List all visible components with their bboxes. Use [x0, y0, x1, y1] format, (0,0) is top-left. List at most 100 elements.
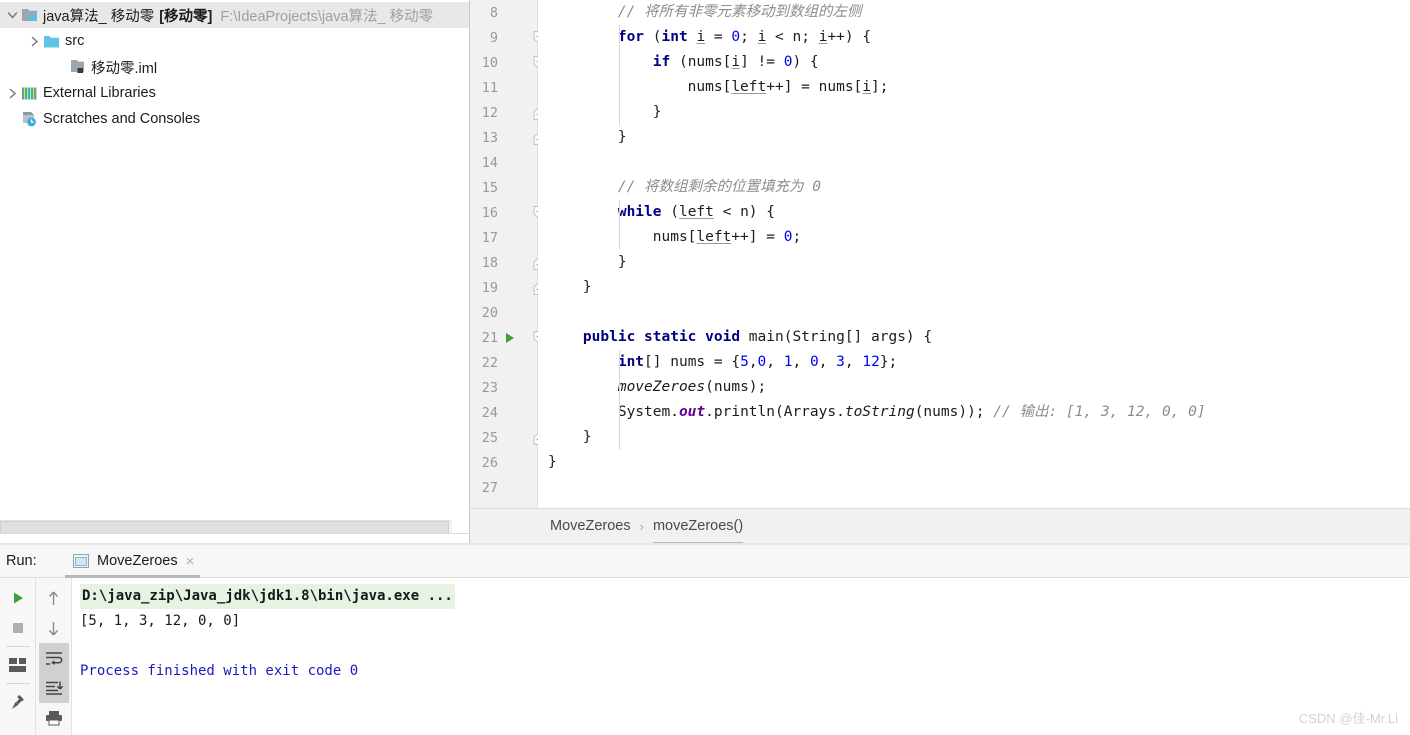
run-gutter-icon[interactable]: [506, 332, 514, 343]
gutter-line[interactable]: 22: [470, 350, 537, 375]
iml-file-icon: [69, 59, 86, 75]
arrow-down-icon[interactable]: [39, 613, 69, 643]
line-number: 8: [489, 4, 498, 21]
close-icon[interactable]: ×: [186, 554, 195, 569]
tree-row[interactable]: src: [0, 28, 469, 54]
scratches-icon: [21, 111, 38, 127]
code-line[interactable]: }: [548, 100, 1410, 125]
code-line[interactable]: System.out.println(Arrays.toString(nums)…: [548, 400, 1410, 425]
gutter-line[interactable]: 19: [470, 275, 546, 300]
gutter-line[interactable]: 23: [470, 375, 537, 400]
gutter-line[interactable]: 26: [470, 450, 537, 475]
code-token-cmt: // 输出: [1, 3, 12, 0, 0]: [993, 404, 1206, 420]
gutter-line[interactable]: 11: [470, 75, 537, 100]
print-icon[interactable]: [39, 703, 69, 733]
gutter-line[interactable]: 15: [470, 175, 537, 200]
line-number: 16: [481, 204, 498, 221]
gutter-line[interactable]: 20: [470, 300, 537, 325]
chevron-down-icon[interactable]: [4, 7, 20, 23]
code-token-num: 0: [731, 29, 741, 45]
scroll-to-end-icon[interactable]: [38, 673, 69, 703]
code-line[interactable]: for (int i = 0; i < n; i++) {: [548, 25, 1410, 50]
console-output[interactable]: D:\java_zip\Java_jdk\jdk1.8\bin\java.exe…: [72, 578, 1410, 735]
editor-gutter[interactable]: 8 9 10 11 12 13 14 15 16 17 18 19 20 21 22 23 24…: [470, 0, 546, 508]
gutter-line[interactable]: 25: [470, 425, 546, 450]
code-token-plain: ++] = nums[: [766, 79, 863, 95]
project-panel-hscrollbar[interactable]: [0, 520, 452, 534]
code-line[interactable]: int[] nums = {5,0, 1, 0, 3, 12};: [548, 350, 1410, 375]
arrow-up-icon[interactable]: [39, 583, 69, 613]
gutter-line[interactable]: 9: [470, 25, 546, 50]
breadcrumb-class[interactable]: MoveZeroes: [550, 518, 631, 534]
indent-guide: [619, 200, 620, 250]
code-token-kw: if: [652, 54, 671, 70]
run-toolbar-left[interactable]: [0, 578, 36, 735]
gutter-line[interactable]: 18: [470, 250, 546, 275]
code-token-num: 0: [809, 354, 819, 370]
gutter-line[interactable]: 17: [470, 225, 537, 250]
iml-file-icon: [68, 58, 86, 76]
layout-restore-icon[interactable]: [3, 650, 33, 680]
code-token-kw: int: [661, 29, 688, 45]
run-toolbar-right[interactable]: [36, 578, 72, 735]
code-token-plain: main(String[] args) {: [740, 329, 933, 345]
code-token-plain: }: [548, 454, 557, 470]
gutter-line[interactable]: 10: [470, 50, 546, 75]
code-line[interactable]: nums[left++] = 0;: [548, 225, 1410, 250]
tree-row[interactable]: External Libraries: [0, 80, 469, 106]
code-line[interactable]: nums[left++] = nums[i];: [548, 75, 1410, 100]
tree-row-label: Scratches and Consoles: [43, 111, 200, 127]
gutter-line[interactable]: 13: [470, 125, 546, 150]
line-number: 10: [481, 54, 498, 71]
chevron-right-icon[interactable]: [4, 85, 20, 101]
gutter-line[interactable]: 21: [470, 325, 546, 350]
code-line[interactable]: }: [548, 275, 1410, 300]
breadcrumb[interactable]: MoveZeroes › moveZeroes(): [470, 508, 1410, 543]
code-line[interactable]: [548, 300, 1410, 325]
code-token-var: i: [731, 54, 741, 70]
stop-icon[interactable]: [3, 613, 33, 643]
breadcrumb-method[interactable]: moveZeroes(): [652, 518, 744, 543]
code-line[interactable]: }: [548, 425, 1410, 450]
editor[interactable]: 8 9 10 11 12 13 14 15 16 17 18 19 20 21 22 23 24…: [470, 0, 1410, 508]
gutter-line[interactable]: 24: [470, 400, 537, 425]
gutter-line[interactable]: 16: [470, 200, 546, 225]
code-line[interactable]: // 将所有非零元素移动到数组的左侧: [548, 0, 1410, 25]
run-header: Run: MoveZeroes ×: [0, 545, 1410, 578]
run-tab-movezeroes[interactable]: MoveZeroes ×: [61, 545, 204, 578]
gutter-line[interactable]: 12: [470, 100, 546, 125]
code-line[interactable]: }: [548, 450, 1410, 475]
tree-row[interactable]: 移动零.iml: [0, 54, 469, 80]
code-line[interactable]: if (nums[i] != 0) {: [548, 50, 1410, 75]
code-content[interactable]: // 将所有非零元素移动到数组的左侧 for (int i = 0; i < n…: [538, 0, 1410, 508]
toolbar-divider: [5, 646, 30, 647]
line-number: 11: [481, 79, 498, 96]
chevron-right-icon[interactable]: [26, 33, 42, 49]
soft-wrap-icon[interactable]: [38, 643, 69, 673]
gutter-line[interactable]: 14: [470, 150, 537, 175]
code-line[interactable]: public static void main(String[] args) {: [548, 325, 1410, 350]
tree-row[interactable]: Scratches and Consoles: [0, 106, 469, 132]
code-token-plain: =: [705, 29, 732, 45]
code-line[interactable]: [548, 150, 1410, 175]
run-tool-window: Run: MoveZeroes × D:\java_zip\Java_jdk\j…: [0, 545, 1410, 735]
code-line[interactable]: }: [548, 250, 1410, 275]
project-tool-window[interactable]: java算法_ 移动零 [移动零] F:\IdeaProjects\java算法_ …: [0, 0, 470, 543]
code-line[interactable]: }: [548, 125, 1410, 150]
project-tree[interactable]: java算法_ 移动零 [移动零] F:\IdeaProjects\java算法_ …: [0, 0, 469, 132]
code-line[interactable]: while (left < n) {: [548, 200, 1410, 225]
code-line[interactable]: [548, 475, 1410, 500]
run-play-icon[interactable]: [3, 583, 33, 613]
pin-icon[interactable]: [3, 687, 33, 717]
gutter-line[interactable]: 27: [470, 475, 537, 500]
line-number: 19: [481, 279, 498, 296]
code-line[interactable]: moveZeroes(nums);: [548, 375, 1410, 400]
gutter-line[interactable]: 8: [470, 0, 537, 25]
code-line[interactable]: // 将数组剩余的位置填充为 0: [548, 175, 1410, 200]
tree-row[interactable]: java算法_ 移动零 [移动零] F:\IdeaProjects\java算法_ …: [0, 2, 469, 28]
code-token-plain: < n;: [766, 29, 819, 45]
